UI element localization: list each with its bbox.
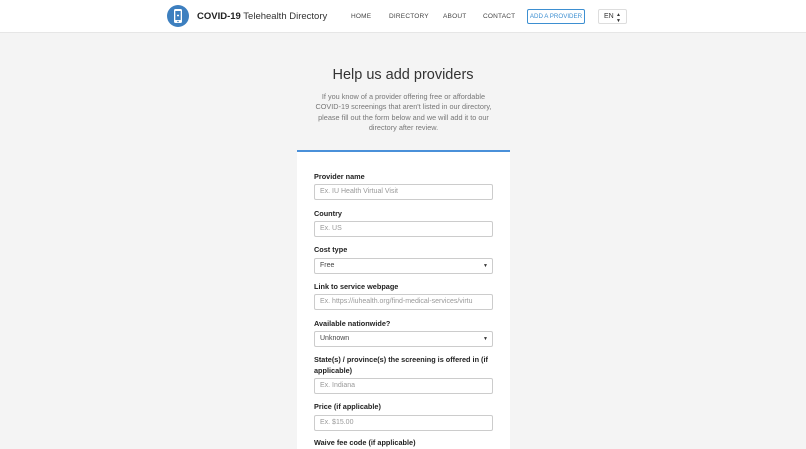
nationwide-value: Unknown: [320, 335, 350, 342]
states-input[interactable]: Ex. Indiana: [314, 378, 493, 394]
brand-bold: COVID-19: [197, 11, 241, 22]
cost-type-select[interactable]: Free ▼: [314, 258, 493, 274]
price-input[interactable]: Ex. $15.00: [314, 415, 493, 431]
country-input[interactable]: Ex. US: [314, 221, 493, 237]
provider-name-label: Provider name: [314, 172, 365, 181]
price-label: Price (if applicable): [314, 402, 381, 411]
page-title: Help us add providers: [332, 67, 474, 83]
add-provider-button[interactable]: ADD A PROVIDER: [527, 9, 585, 24]
cost-type-value: Free: [320, 262, 335, 269]
waive-code-label: Waive fee code (if applicable): [314, 438, 416, 447]
page-intro: If you know of a provider offering free …: [315, 92, 492, 132]
phone-logo-icon[interactable]: [167, 5, 189, 27]
nav-about[interactable]: ABOUT: [443, 13, 466, 20]
nav-home[interactable]: HOME: [351, 13, 371, 20]
link-label: Link to service webpage: [314, 282, 399, 291]
language-select[interactable]: EN ▲ ▼: [598, 9, 627, 24]
cost-type-label: Cost type: [314, 245, 348, 254]
nav-contact[interactable]: CONTACT: [483, 13, 515, 20]
brand-name[interactable]: COVID-19 Telehealth Directory: [197, 11, 327, 22]
nationwide-select[interactable]: Unknown ▼: [314, 331, 493, 347]
language-value: EN: [604, 13, 614, 20]
provider-name-input[interactable]: Ex. IU Health Virtual Visit: [314, 184, 493, 200]
nationwide-label: Available nationwide?: [314, 319, 391, 328]
link-input[interactable]: Ex. https://iuhealth.org/find-medical-se…: [314, 294, 493, 310]
states-label: State(s) / province(s) the screening is …: [314, 355, 488, 375]
country-label: Country: [314, 209, 342, 218]
caret-down-icon: ▼: [483, 263, 488, 269]
brand-rest: Telehealth Directory: [240, 11, 328, 22]
nav-directory[interactable]: DIRECTORY: [389, 13, 429, 20]
caret-down-icon: ▼: [483, 336, 488, 342]
top-navbar: COVID-19 Telehealth Directory HOME DIREC…: [0, 0, 806, 33]
sort-arrows-icon: ▲ ▼: [616, 12, 621, 24]
